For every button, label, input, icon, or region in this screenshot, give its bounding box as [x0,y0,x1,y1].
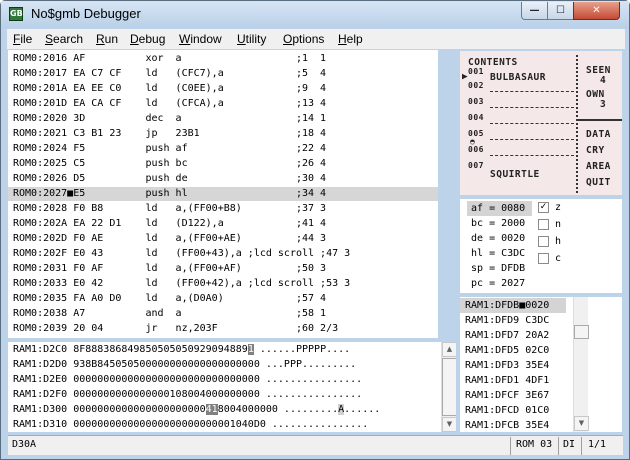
memory-line[interactable]: RAM1:D2F0 000000000000000010800400000000… [8,388,362,402]
memory-line[interactable]: RAM1:D2C0 8F8883868498505050509290948891… [8,343,350,357]
flag-c-checkbox[interactable] [538,252,549,264]
lcd-last-name: SQUIRTLE [490,169,540,180]
register-pc[interactable]: pc = 2027 [467,276,532,291]
disassembly-line[interactable]: ROM0:2025 C5 push bc ;26 4 [8,157,438,171]
flag-n-checkbox[interactable] [538,218,549,230]
lcd-slot-2: 002 [468,81,484,90]
menu-run[interactable]: Run [96,32,118,46]
disassembly-line[interactable]: ROM0:2026 D5 push de ;30 4 [8,172,438,186]
disassembly-line[interactable]: ROM0:2031 F0 AF ld a,(FF00+AF) ;50 3 [8,262,438,276]
register-sp[interactable]: sp = DFDB [467,261,532,276]
memory-scrollbar[interactable]: ▲ ▼ [441,342,456,432]
register-bc[interactable]: bc = 2000 [467,216,532,231]
menu-search[interactable]: Search [45,32,83,46]
lcd-screen: CONTENTS ▶ 001 BULBASAUR 002 003 004 ◓ 0… [460,51,622,195]
disassembly-line[interactable]: ROM0:2017 EA C7 CF ld (CFC7),a ;5 4 [8,67,438,81]
stack-scrollbar[interactable]: ▼ [573,297,589,432]
disassembly-line[interactable]: ROM0:202D F0 AE ld a,(FF00+AE) ;44 3 [8,232,438,246]
disassembly-line[interactable]: ROM0:2033 E0 42 ld (FF00+42),a ;lcd scro… [8,277,438,291]
memory-line[interactable]: RAM1:D300 000000000000000000000041800400… [8,403,380,417]
window-title: No$gmb Debugger [31,6,141,21]
flag-h[interactable]: h [538,234,561,249]
stack-pane[interactable]: ▼ RAM1:DFDB■0020 RAM1:DFD9 C3DC RAM1:DFD7 … [460,297,622,432]
register-af[interactable]: af = 0080 [467,201,532,216]
stack-scroll-down-button[interactable]: ▼ [574,416,589,431]
disassembly-line[interactable]: ROM0:2035 FA A0 D0 ld a,(D0A0) ;57 4 [8,292,438,306]
lcd-slot-5: 005 [468,129,484,138]
stack-entry[interactable]: RAM1:DFD7 20A2 [465,328,549,343]
memory-line[interactable]: RAM1:D2D0 938B84505050000000000000000000… [8,358,356,372]
memory-dump-pane[interactable]: ▲ ▼ RAM1:D2C0 8F888386849850505050929094… [8,342,456,432]
lcd-slot-7: 007 [468,161,484,170]
menu-debug[interactable]: Debug [130,32,165,46]
status-page: 1/1 [588,439,607,450]
menu-window[interactable]: Window [179,32,222,46]
register-hl[interactable]: hl = C3DC [467,246,532,261]
disassembly-line[interactable]: ROM0:2039 20 04 jr nz,203F ;60 2/3 [8,322,438,336]
menu-options[interactable]: Options [283,32,324,46]
registers-pane: af = 0080 bc = 2000 de = 0020 hl = C3DC … [460,199,622,293]
status-interrupt-mode: DI [563,439,576,450]
stack-entry[interactable]: RAM1:DFCB 35E4 [465,418,549,432]
disassembly-line[interactable]: ROM0:2020 3D dec a ;14 1 [8,112,438,126]
minimize-button[interactable]: — [521,2,548,20]
lcd-slot-3: 003 [468,97,484,106]
disassembly-line[interactable]: ROM0:2038 A7 and a ;58 1 [8,307,438,321]
disassembly-line[interactable]: ROM0:201A EA EE C0 ld (C0EE),a ;9 4 [8,82,438,96]
register-de[interactable]: de = 0020 [467,231,532,246]
app-icon: GB [9,7,23,21]
lcd-own-value: 3 [600,99,607,110]
stack-entry[interactable]: RAM1:DFCF 3E67 [465,388,549,403]
lcd-seen-value: 4 [600,75,607,86]
lcd-menu-data: DATA [586,129,611,140]
flag-z[interactable]: ✓ z [538,200,561,215]
disassembly-line[interactable]: ROM0:202F E0 43 ld (FF00+43),a ;lcd scro… [8,247,438,261]
disassembly-line[interactable]: ROM0:2021 C3 B1 23 jp 23B1 ;18 4 [8,127,438,141]
maximize-button[interactable]: ☐ [547,2,574,20]
disassembly-line[interactable]: ROM0:201D EA CA CF ld (CFCA),a ;13 4 [8,97,438,111]
stack-entry[interactable]: RAM1:DFD9 C3DC [465,313,549,328]
disassembly-line[interactable]: ROM0:2027■E5 push hl ;34 4 [8,187,438,201]
flag-c[interactable]: c [538,251,561,266]
title-bar[interactable]: GB No$gmb Debugger — ☐ ✕ [1,1,629,28]
stack-entry[interactable]: RAM1:DFD5 02C0 [465,343,549,358]
memory-line[interactable]: RAM1:D2E0 000000000000000000000000000000… [8,373,362,387]
status-bar: D30A ROM 03 DI 1/1 [8,435,623,455]
stack-entry[interactable]: RAM1:DFD3 35E4 [465,358,549,373]
lcd-menu-area: AREA [586,161,611,172]
disassembly-line[interactable]: ROM0:2028 F0 B8 ld a,(FF00+B8) ;37 3 [8,202,438,216]
menu-file[interactable]: File [13,32,32,46]
stack-entry[interactable]: RAM1:DFDB■0020 [460,298,566,313]
lcd-slot-4: 004 [468,113,484,122]
lcd-first-name: BULBASAUR [490,72,546,83]
menu-bar: File Search Run Debug Window Utility Opt… [7,29,625,49]
menu-help[interactable]: Help [338,32,363,46]
disassembly-line[interactable]: ROM0:2024 F5 push af ;22 4 [8,142,438,156]
debugger-window: GB No$gmb Debugger — ☐ ✕ File Search Run… [0,0,630,460]
status-address: D30A [12,439,37,450]
lcd-menu-quit: QUIT [586,177,611,188]
stack-scroll-thumb[interactable] [574,325,589,339]
memory-scroll-up-button[interactable]: ▲ [442,342,456,357]
status-rom-bank: ROM 03 [516,439,553,450]
stack-entry[interactable]: RAM1:DFD1 4DF1 [465,373,549,388]
memory-scroll-thumb[interactable] [442,358,456,416]
disassembly-line[interactable]: ROM0:202A EA 22 D1 ld (D122),a ;41 4 [8,217,438,231]
disassembly-line[interactable]: ROM0:2016 AF xor a ;1 1 [8,52,438,66]
disassembly-pane[interactable]: ROM0:2016 AF xor a ;1 1 ROM0:2017 EA C7 C… [8,50,438,338]
memory-scroll-down-button[interactable]: ▼ [442,417,456,432]
lcd-seen-label: SEEN [586,65,611,76]
memory-line[interactable]: RAM1:D310 000000000000000000000000001040… [8,418,368,432]
flag-z-checkbox[interactable]: ✓ [538,201,549,213]
flag-n[interactable]: n [538,217,561,232]
lcd-slot-1: 001 [468,67,484,76]
menu-utility[interactable]: Utility [237,32,266,46]
stack-entry[interactable]: RAM1:DFCD 01C0 [465,403,549,418]
close-button[interactable]: ✕ [573,2,620,20]
lcd-menu-cry: CRY [586,145,605,156]
flag-h-checkbox[interactable] [538,235,549,247]
lcd-slot-6: 006 [468,145,484,154]
